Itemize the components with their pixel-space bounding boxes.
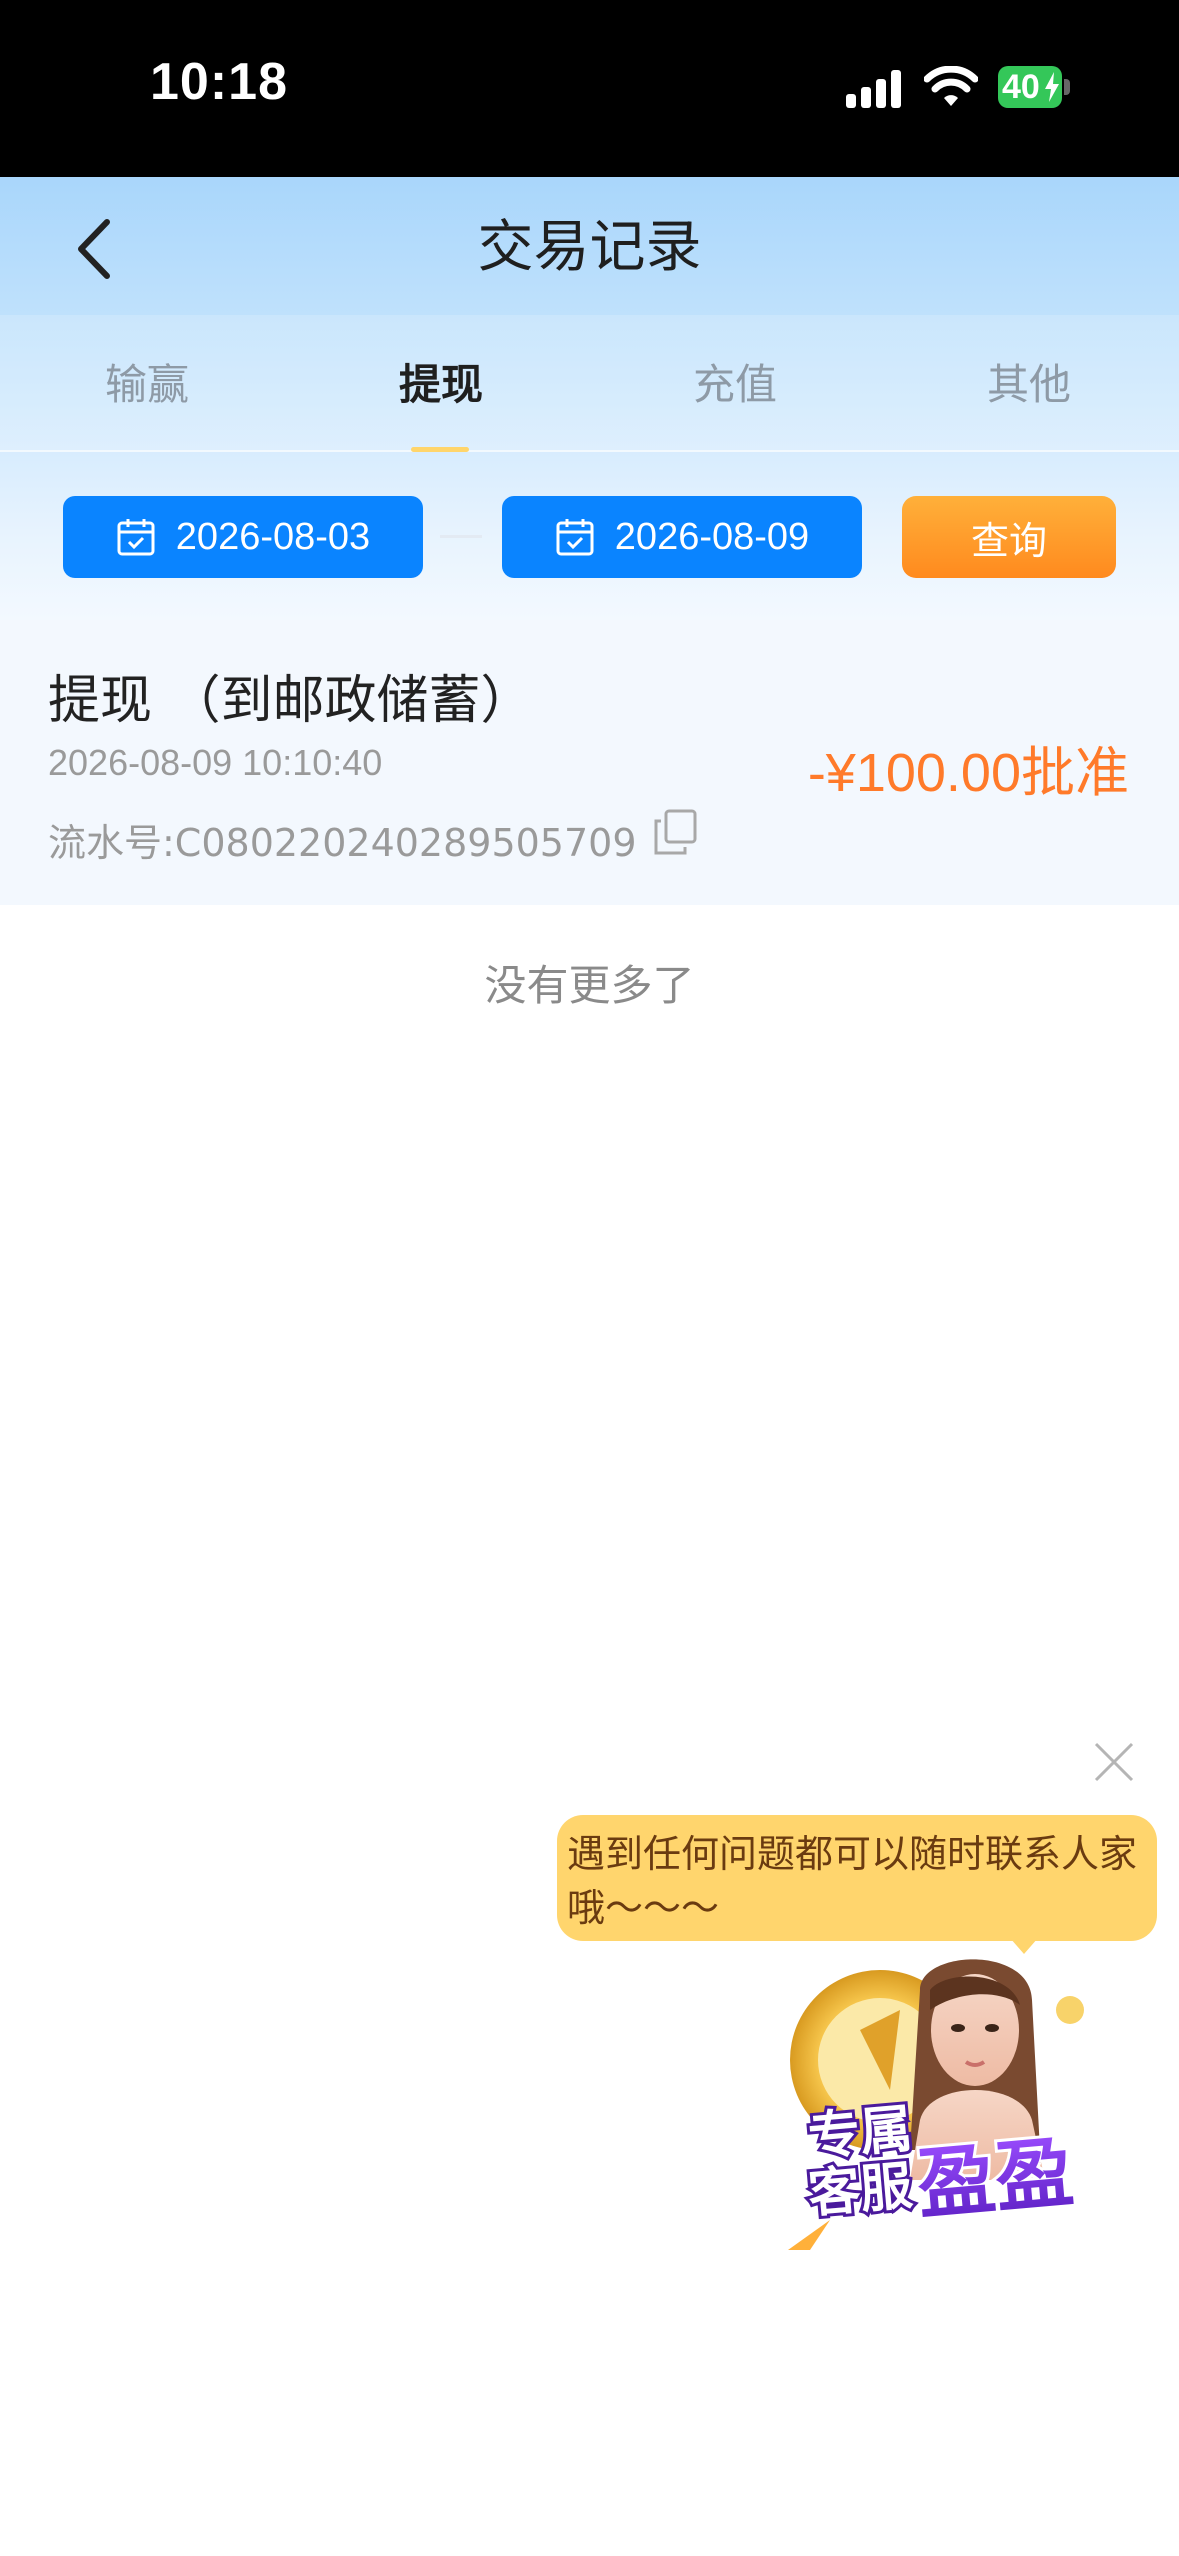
status-time: 10:18 bbox=[150, 53, 288, 111]
tab-bar: 输赢 提现 充值 其他 bbox=[0, 315, 1179, 452]
tab-withdraw[interactable]: 提现 bbox=[294, 355, 588, 415]
tab-win-loss[interactable]: 输赢 bbox=[0, 355, 294, 415]
calendar-icon bbox=[556, 519, 594, 556]
list-end-text: 没有更多了 bbox=[484, 961, 695, 1010]
tab-deposit[interactable]: 充值 bbox=[588, 355, 882, 415]
battery-icon: 40 bbox=[998, 66, 1070, 108]
badge-line2: 客服 bbox=[806, 2156, 915, 2225]
battery-percent: 40 bbox=[1002, 68, 1040, 106]
end-date-button[interactable]: 2026-08-09 bbox=[502, 496, 862, 578]
record-title: 提现 （到邮政储蓄） bbox=[48, 671, 533, 731]
active-tab-indicator bbox=[411, 447, 469, 452]
badge-name: 盈盈 bbox=[914, 2128, 1077, 2231]
status-bar: 10:18 40 bbox=[0, 0, 1179, 177]
support-message-bubble[interactable]: 遇到任何问题都可以随时联系人家哦～～～ bbox=[557, 1815, 1157, 1941]
record-amount: -¥100.00批准 bbox=[807, 743, 1129, 803]
calendar-icon bbox=[117, 519, 155, 556]
tab-other[interactable]: 其他 bbox=[882, 355, 1176, 415]
record-time: 2026-08-09 10:10:40 bbox=[48, 742, 383, 783]
start-date-value: 2026-08-03 bbox=[175, 515, 371, 558]
end-date-value: 2026-08-09 bbox=[614, 515, 810, 558]
query-button[interactable]: 查询 bbox=[902, 496, 1116, 578]
close-icon[interactable] bbox=[1092, 1740, 1136, 1784]
customer-service-badge[interactable]: 专属 客服 盈盈 bbox=[770, 1950, 1116, 2260]
signal-icon bbox=[846, 70, 902, 108]
start-date-button[interactable]: 2026-08-03 bbox=[63, 496, 423, 578]
copy-icon[interactable] bbox=[652, 808, 698, 856]
record-serial: 流水号:C080220240289505709 bbox=[48, 821, 637, 865]
charging-bolt-icon bbox=[1045, 72, 1059, 102]
date-range-separator bbox=[440, 535, 482, 538]
page-title: 交易记录 bbox=[477, 215, 702, 280]
wifi-icon bbox=[924, 66, 978, 106]
